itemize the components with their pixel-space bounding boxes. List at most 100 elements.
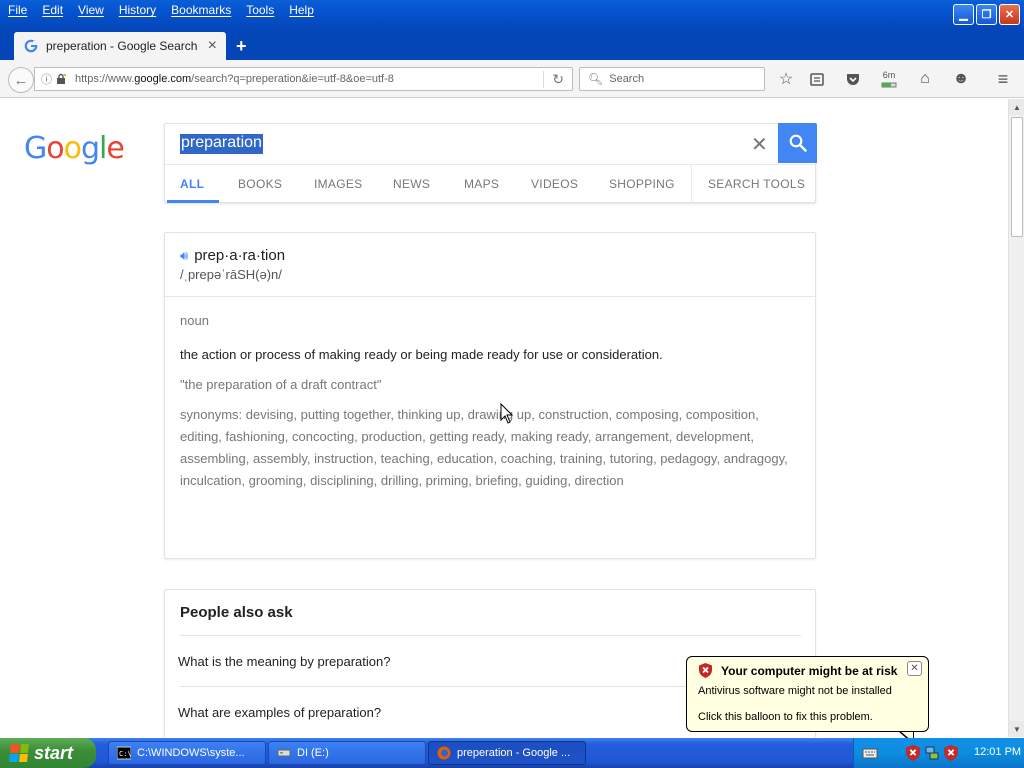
dictionary-card: 🔊︎ prep·a·ra·tion /ˌprepəˈrāSH(ə)n/ noun… (164, 232, 816, 559)
security-alert-icon[interactable] (906, 745, 920, 761)
balloon-close-icon[interactable]: ✕ (907, 661, 922, 676)
pocket-icon[interactable] (843, 69, 863, 89)
menu-view[interactable]: View (70, 0, 111, 22)
minimize-icon: ▁ (959, 9, 968, 21)
keyboard-icon[interactable] (862, 746, 878, 760)
scroll-down-icon[interactable]: ▼ (1009, 721, 1024, 737)
dictionary-headword: 🔊︎ prep·a·ra·tion (180, 247, 285, 264)
logo-letter: e (106, 131, 124, 166)
menu-history[interactable]: History (111, 0, 163, 22)
menu-tools[interactable]: Tools (238, 0, 281, 22)
taskbar-button-firefox[interactable]: preperation - Google ... (428, 741, 586, 765)
tab-videos[interactable]: VIDEOS (531, 177, 578, 191)
browser-search-input[interactable]: 🔍︎ Search (579, 67, 765, 91)
url-bar[interactable]: ⓘ https://www.google.com/search?q=preper… (34, 67, 573, 91)
new-tab-icon[interactable]: + (236, 36, 247, 57)
tab-images[interactable]: IMAGES (314, 177, 362, 191)
tab-search-tools[interactable]: SEARCH TOOLS (708, 177, 805, 191)
tab-title: preperation - Google Search (46, 39, 198, 53)
taskbar-button-label: preperation - Google ... (457, 747, 571, 759)
balloon-action: Click this balloon to fix this problem. (698, 711, 873, 723)
tab-close-icon[interactable]: × (208, 37, 217, 55)
balloon-title: Your computer might be at risk (721, 664, 898, 678)
logo-letter: G (24, 131, 47, 166)
paa-question[interactable]: What is the meaning by preparation? (178, 654, 390, 669)
search-tabs: ALL BOOKS IMAGES NEWS MAPS VIDEOS SHOPPI… (165, 164, 815, 203)
tab-shopping[interactable]: SHOPPING (609, 177, 675, 191)
hamburger-menu-icon[interactable]: ≡ (993, 69, 1013, 89)
taskbar: start C:\ C:\WINDOWS\syste... DI (E:) pr… (0, 738, 1024, 768)
synonyms-list: devising, putting together, thinking up,… (180, 407, 788, 488)
speaker-icon[interactable]: 🔊︎ (180, 248, 188, 264)
tab-books[interactable]: BOOKS (238, 177, 282, 191)
taskbar-button-label: C:\WINDOWS\syste... (137, 747, 245, 759)
svg-text:C:\: C:\ (119, 750, 131, 758)
tab-maps[interactable]: MAPS (464, 177, 499, 191)
tab-news[interactable]: NEWS (393, 177, 430, 191)
example: "the preparation of a draft contract" (180, 377, 382, 392)
window-titlebar: File Edit View History Bookmarks Tools H… (0, 0, 1024, 30)
system-tray: 12:01 PM (853, 738, 1024, 768)
start-label: start (34, 742, 74, 763)
taskbar-button-drive[interactable]: DI (E:) (268, 741, 426, 765)
taskbar-button-cmd[interactable]: C:\ C:\WINDOWS\syste... (108, 741, 266, 765)
reading-list-icon[interactable] (807, 69, 827, 89)
menu-file[interactable]: File (0, 0, 34, 22)
logo-letter: o (63, 131, 82, 166)
paa-question[interactable]: What are examples of preparation? (178, 705, 381, 720)
restore-icon: ❐ (981, 9, 992, 21)
close-window-button[interactable]: ✕ (999, 4, 1020, 25)
close-icon: ✕ (1004, 9, 1015, 21)
page-content: Google preparation ✕ ALL BOOKS IMAGES NE… (0, 99, 1008, 737)
google-search-input[interactable]: preparation (180, 134, 263, 154)
window-controls: ▁ ❐ ✕ (953, 4, 1020, 25)
shield-warning-icon (699, 663, 712, 678)
url-prefix: https://www. (75, 73, 135, 85)
scroll-up-icon[interactable]: ▲ (1009, 99, 1024, 115)
smiley-icon[interactable]: ☻ (951, 69, 971, 89)
definition: the action or process of making ready or… (180, 347, 663, 362)
logo-letter: g (80, 131, 100, 166)
tab-strip: preperation - Google Search × + (0, 30, 1024, 60)
firefox-icon (437, 746, 451, 760)
network-icon[interactable] (925, 745, 939, 761)
divider (165, 296, 815, 297)
tab-divider (691, 165, 692, 203)
back-button[interactable]: ← (8, 67, 34, 93)
scroll-thumb[interactable] (1011, 117, 1023, 237)
search-placeholder: Search (609, 73, 645, 85)
browser-tab[interactable]: preperation - Google Search × (14, 32, 226, 60)
search-icon: 🔍︎ (588, 72, 604, 86)
active-tab-indicator (167, 200, 219, 203)
clear-search-icon[interactable]: ✕ (751, 132, 768, 157)
google-search-button[interactable] (778, 123, 817, 163)
clock[interactable]: 12:01 PM (974, 746, 1021, 758)
back-arrow-icon: ← (13, 71, 29, 89)
phonetic: /ˌprepəˈrāSH(ə)n/ (180, 267, 282, 282)
downloads-icon[interactable]: 6m (879, 69, 899, 89)
reload-icon[interactable]: ↻ (543, 70, 564, 88)
minimize-button[interactable]: ▁ (953, 4, 974, 25)
mouse-cursor-icon (500, 403, 514, 424)
menu-bar: File Edit View History Bookmarks Tools H… (0, 0, 321, 22)
windows-logo-icon (9, 744, 29, 762)
taskbar-button-label: DI (E:) (297, 747, 329, 759)
bookmark-star-icon[interactable]: ☆ (776, 69, 796, 89)
vertical-scrollbar[interactable]: ▲ ▼ (1008, 99, 1024, 737)
start-button[interactable]: start (0, 738, 96, 768)
part-of-speech: noun (180, 313, 209, 328)
shield-icon[interactable] (944, 745, 958, 761)
restore-button[interactable]: ❐ (976, 4, 997, 25)
security-balloon[interactable]: Your computer might be at risk ✕ Antivir… (686, 656, 929, 732)
logo-letter: o (46, 131, 64, 166)
google-logo[interactable]: Google (24, 131, 125, 166)
info-icon[interactable]: ⓘ (41, 71, 52, 87)
menu-help[interactable]: Help (281, 0, 321, 22)
headword-text: prep·a·ra·tion (194, 247, 286, 264)
menu-bookmarks[interactable]: Bookmarks (163, 0, 238, 22)
tab-all[interactable]: ALL (180, 177, 204, 191)
url-path: /search?q=preperation&ie=utf-8&oe=utf-8 (191, 73, 394, 85)
search-icon (789, 134, 807, 152)
menu-edit[interactable]: Edit (34, 0, 70, 22)
home-icon[interactable]: ⌂ (915, 69, 935, 89)
